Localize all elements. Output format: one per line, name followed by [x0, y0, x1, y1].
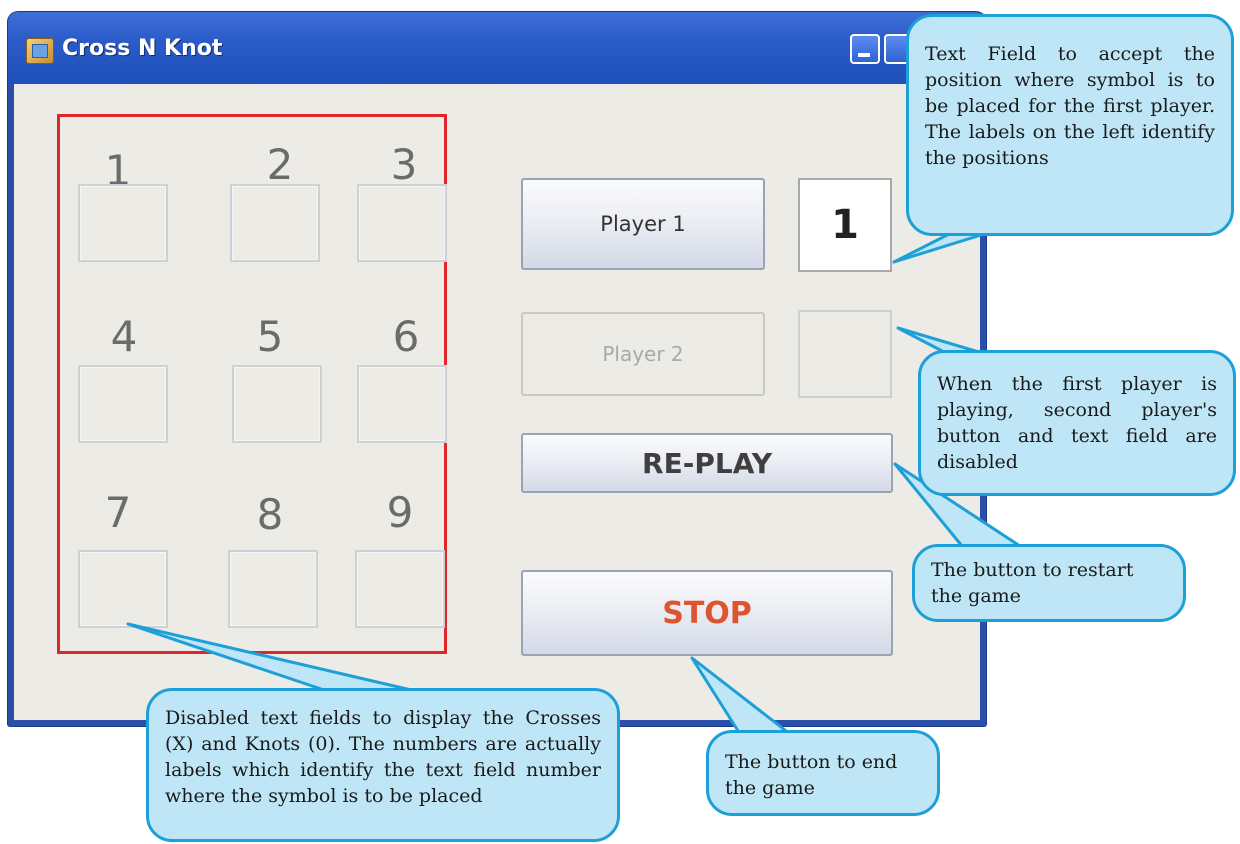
board-callout: Disabled text fields to display the Cros… [146, 688, 620, 842]
disabled-callout: When the first player is playing, second… [918, 350, 1236, 496]
end-callout: The button to end the game [706, 730, 940, 816]
end-callout-pointer [690, 656, 792, 736]
board-callout-pointer [126, 622, 422, 694]
restart-callout: The button to restart the game [912, 544, 1186, 622]
text-field-callout: Text Field to accept the position where … [906, 14, 1234, 236]
